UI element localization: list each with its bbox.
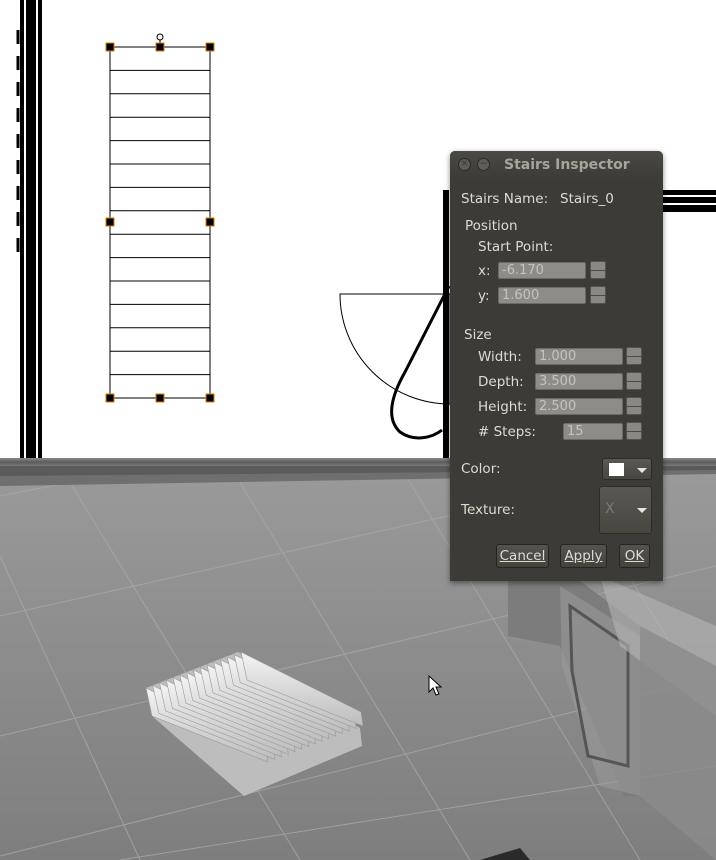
- width-spinner[interactable]: [626, 347, 642, 365]
- mouse-cursor-icon: [428, 675, 443, 696]
- stairs-name-value: Stairs_0: [560, 191, 614, 207]
- x-input[interactable]: -6.170: [498, 262, 586, 279]
- height-spinner[interactable]: [626, 397, 642, 415]
- y-label: y:: [478, 288, 490, 304]
- door-plan[interactable]: [339, 285, 451, 440]
- size-group-label: Size: [464, 327, 492, 343]
- y-spinner[interactable]: [590, 286, 606, 304]
- stairs-plan-shape[interactable]: [109, 33, 211, 399]
- width-input[interactable]: 1.000: [535, 348, 623, 365]
- wall-right[interactable]: [443, 190, 449, 458]
- texture-combo[interactable]: X: [599, 486, 652, 534]
- width-label: Width:: [478, 349, 522, 365]
- stairs-inspector-dialog: × − Stairs Inspector Stairs Name: Stairs…: [450, 151, 663, 581]
- y-input[interactable]: 1.600: [498, 287, 586, 304]
- ok-button[interactable]: OK: [619, 544, 650, 568]
- chevron-down-icon: [637, 508, 647, 513]
- depth-spinner[interactable]: [626, 372, 642, 390]
- color-swatch: [609, 463, 624, 476]
- dialog-title: Stairs Inspector: [504, 157, 630, 173]
- chevron-down-icon: [637, 468, 647, 473]
- depth-label: Depth:: [478, 374, 524, 390]
- close-icon[interactable]: ×: [458, 158, 471, 171]
- start-point-label: Start Point:: [478, 239, 554, 255]
- x-spinner[interactable]: [590, 261, 606, 279]
- texture-label: Texture:: [461, 502, 515, 518]
- cancel-button[interactable]: Cancel: [496, 544, 549, 568]
- apply-button[interactable]: Apply: [560, 544, 607, 568]
- height-input[interactable]: 2.500: [535, 398, 623, 415]
- height-label: Height:: [478, 399, 528, 415]
- minimize-icon[interactable]: −: [477, 158, 490, 171]
- position-group-label: Position: [465, 218, 518, 234]
- texture-value: X: [605, 501, 615, 517]
- dialog-titlebar[interactable]: × − Stairs Inspector: [450, 151, 663, 180]
- steps-spinner[interactable]: [626, 422, 642, 440]
- stairs-name-label: Stairs Name:: [461, 191, 549, 207]
- color-combo[interactable]: [602, 458, 652, 480]
- x-label: x:: [478, 263, 491, 279]
- steps-input[interactable]: 15: [563, 423, 623, 440]
- steps-label: # Steps:: [478, 424, 536, 440]
- depth-input[interactable]: 3.500: [535, 373, 623, 390]
- color-label: Color:: [461, 461, 501, 477]
